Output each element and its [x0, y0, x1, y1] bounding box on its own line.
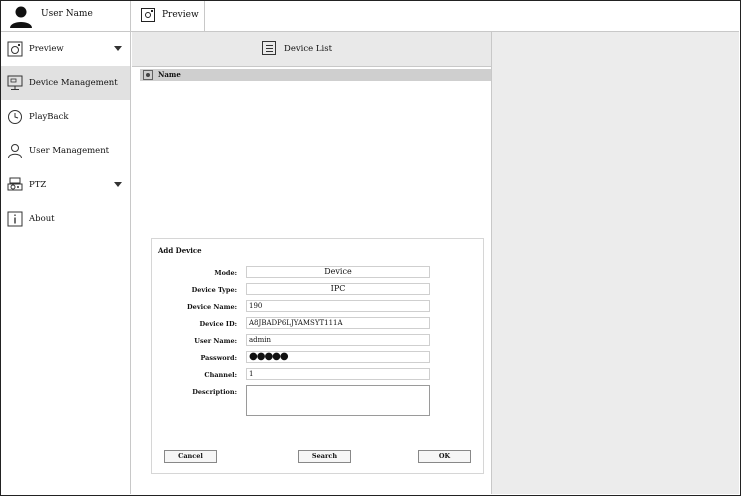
user-block[interactable]: User Name — [1, 1, 131, 31]
device-type-field[interactable]: IPC — [246, 283, 430, 295]
device-list-header: Device List — [132, 32, 491, 67]
device-list-column-header[interactable]: Name — [140, 69, 491, 81]
channel-field[interactable]: 1 — [246, 368, 430, 380]
device-name-label: Device Name: — [187, 303, 237, 311]
preview-area — [492, 32, 739, 494]
sidebar-item-label: User Management — [29, 146, 110, 156]
monitor-icon — [7, 75, 23, 90]
user-icon — [8, 144, 22, 159]
description-field[interactable] — [246, 385, 430, 416]
column-name-label: Name — [158, 70, 181, 79]
user-name-field[interactable]: admin — [246, 334, 430, 346]
add-device-dialog: Add Device Mode: Device Device Type: IPC… — [151, 238, 484, 474]
sidebar: Preview Device Management PlayBack User … — [1, 32, 131, 494]
sidebar-item-ptz[interactable]: PTZ — [1, 168, 130, 202]
device-id-label: Device ID: — [199, 320, 237, 328]
user-name-label: User Name: — [194, 337, 237, 345]
ptz-camera-icon — [7, 177, 23, 191]
list-icon — [262, 41, 276, 55]
sidebar-item-playback[interactable]: PlayBack — [1, 100, 130, 134]
sidebar-item-about[interactable]: About — [1, 202, 130, 236]
device-tree-icon — [143, 70, 153, 80]
password-label: Password: — [200, 354, 237, 362]
sidebar-item-label: PTZ — [29, 180, 47, 190]
sidebar-item-label: Preview — [29, 44, 64, 54]
ok-button[interactable]: OK — [418, 450, 471, 463]
cancel-button[interactable]: Cancel — [164, 450, 217, 463]
camera-icon — [141, 8, 155, 22]
user-avatar-icon — [10, 6, 32, 28]
mode-label: Mode: — [214, 269, 237, 277]
sidebar-item-user-management[interactable]: User Management — [1, 134, 130, 168]
device-type-label: Device Type: — [191, 286, 237, 294]
device-id-field[interactable]: A8JBADP6LJYAMSYT111A — [246, 317, 430, 329]
password-field[interactable]: ●●●●● — [246, 351, 430, 363]
description-label: Description: — [192, 388, 237, 396]
sidebar-item-preview[interactable]: Preview — [1, 32, 130, 66]
sidebar-item-label: PlayBack — [29, 112, 69, 122]
tab-preview-label: Preview — [162, 10, 199, 20]
chevron-down-icon[interactable] — [114, 46, 122, 51]
sidebar-item-device-management[interactable]: Device Management — [1, 66, 130, 100]
mode-field[interactable]: Device — [246, 266, 430, 278]
sidebar-item-label: Device Management — [29, 78, 118, 88]
device-list-title: Device List — [284, 44, 332, 54]
chevron-down-icon[interactable] — [114, 182, 122, 187]
info-icon — [7, 211, 23, 227]
user-name: User Name — [41, 9, 93, 19]
dialog-title: Add Device — [158, 246, 202, 255]
tab-preview[interactable]: Preview — [132, 1, 205, 31]
device-name-field[interactable]: 190 — [246, 300, 430, 312]
clock-icon — [8, 110, 22, 124]
channel-label: Channel: — [204, 371, 237, 379]
camera-icon — [7, 41, 23, 57]
search-button[interactable]: Search — [298, 450, 351, 463]
top-bar: User Name Preview — [1, 1, 739, 32]
sidebar-item-label: About — [29, 214, 55, 224]
